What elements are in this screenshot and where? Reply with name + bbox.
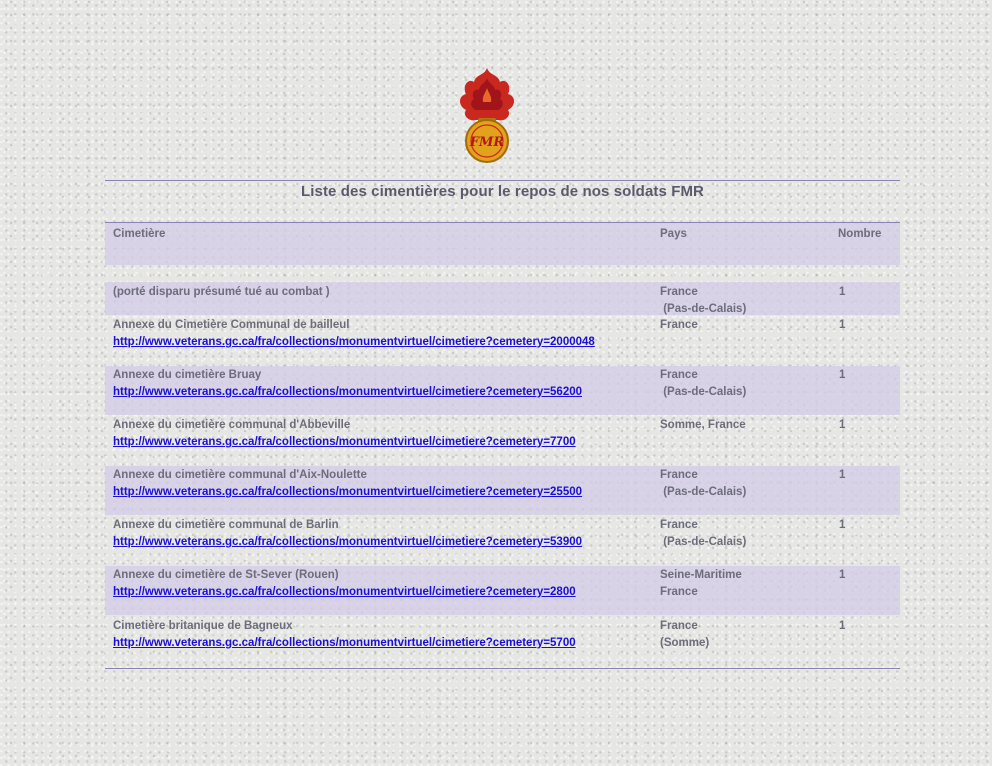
country-line-1: Somme, France	[660, 419, 746, 431]
header-count: Nombre	[838, 228, 882, 240]
cemetery-name: Annexe du Cimetière Communal de bailleul	[113, 319, 350, 331]
cemetery-name: Annexe du cimetière communal d'Abbeville	[113, 419, 351, 431]
country-line-1: France	[660, 469, 698, 481]
country-line-2: (Pas-de-Calais)	[660, 486, 747, 498]
cemetery-link[interactable]: http://www.veterans.gc.ca/fra/collection…	[113, 484, 653, 501]
count-value: 1	[839, 419, 846, 431]
count-value: 1	[839, 469, 846, 481]
country-line-2: (Pas-de-Calais)	[660, 386, 747, 398]
country-line-1: France	[660, 319, 698, 331]
count-value: 1	[839, 519, 846, 531]
cemetery-name: Annexe du cimetière communal de Barlin	[113, 519, 339, 531]
cemetery-link[interactable]: http://www.veterans.gc.ca/fra/collection…	[113, 434, 653, 451]
cemetery-link[interactable]: http://www.veterans.gc.ca/fra/collection…	[113, 384, 653, 401]
country-line-1: Seine-Maritime	[660, 569, 742, 581]
header-cemetery: Cimetière	[113, 228, 166, 240]
country-line-1: France	[660, 519, 698, 531]
cemetery-link[interactable]: http://www.veterans.gc.ca/fra/collection…	[113, 534, 653, 551]
country-line-1: France	[660, 369, 698, 381]
country-line-2: (Pas-de-Calais)	[660, 536, 747, 548]
fmr-emblem-icon: FMR	[460, 68, 514, 163]
cemetery-name: (porté disparu présumé tué au combat )	[113, 286, 330, 298]
count-value: 1	[839, 286, 846, 298]
cemetery-name: Annexe du cimetière de St-Sever (Rouen)	[113, 569, 339, 581]
cemetery-link[interactable]: http://www.veterans.gc.ca/fra/collection…	[113, 334, 653, 351]
count-value: 1	[839, 369, 846, 381]
table-bottom-rule	[105, 668, 900, 669]
cemetery-link[interactable]: http://www.veterans.gc.ca/fra/collection…	[113, 584, 653, 601]
title-top-rule	[105, 180, 900, 181]
country-line-2: (Pas-de-Calais)	[660, 303, 747, 315]
header-country: Pays	[660, 228, 687, 240]
fmr-monogram: FMR	[469, 135, 505, 150]
cemetery-name: Annexe du cimetière Bruay	[113, 369, 262, 381]
count-value: 1	[839, 569, 846, 581]
cemetery-name: Annexe du cimetière communal d'Aix-Noule…	[113, 469, 367, 481]
country-line-2: (Somme)	[660, 637, 710, 649]
count-value: 1	[839, 319, 846, 331]
country-line-1: France	[660, 620, 698, 632]
count-value: 1	[839, 620, 846, 632]
page-title: Liste des cimentières pour le repos de n…	[300, 183, 704, 200]
country-line-1: France	[660, 286, 698, 298]
cemetery-name: Cimetière britanique de Bagneux	[113, 620, 293, 632]
flame-icon	[460, 68, 514, 121]
country-line-2: France	[660, 586, 698, 598]
cemetery-link[interactable]: http://www.veterans.gc.ca/fra/collection…	[113, 635, 653, 652]
